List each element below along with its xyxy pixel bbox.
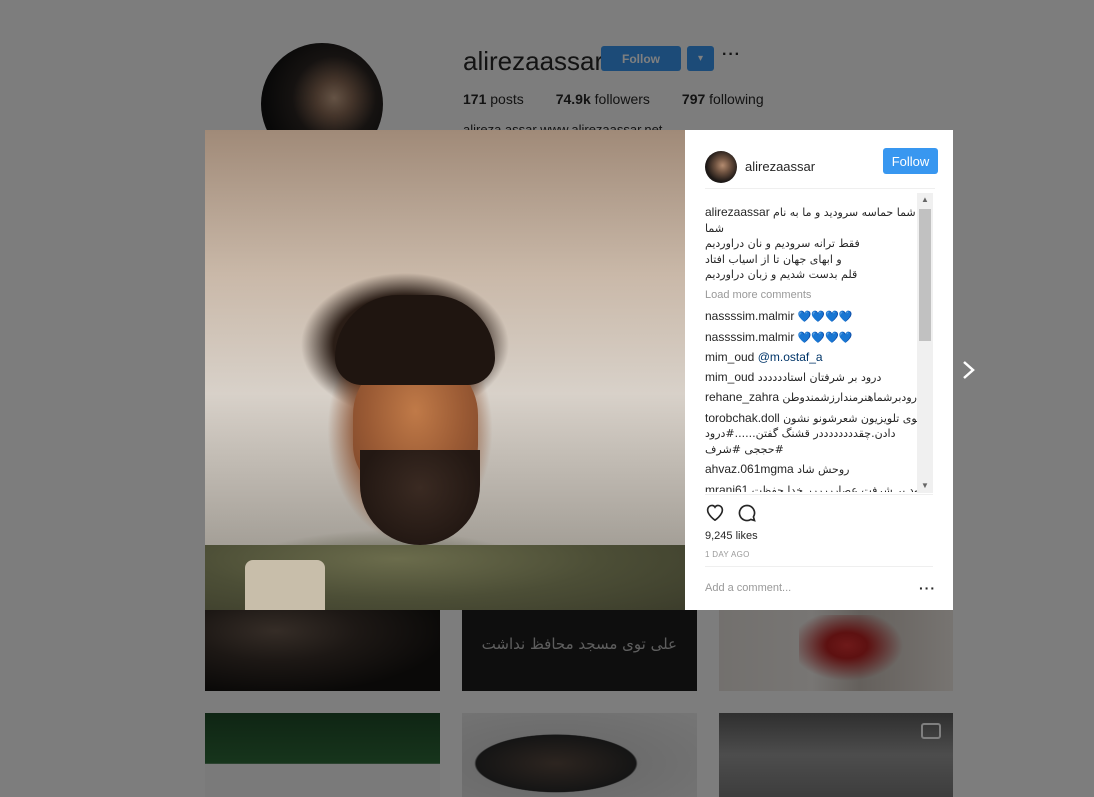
comment-item: nassssim.malmir 💙💙💙💙	[705, 309, 933, 325]
post-modal: alirezaassar Follow alirezaassar شما حما…	[205, 130, 953, 610]
comment-username[interactable]: torobchak.doll	[705, 411, 780, 425]
comment-username[interactable]: nassssim.malmir	[705, 309, 794, 323]
caption-line: شما	[705, 221, 724, 235]
comment-item: mim_oud @m.ostaf_a	[705, 350, 933, 365]
comment-text: 💙💙💙💙	[797, 330, 853, 344]
comment-item: rehane_zahra درودبرشماهنرمندارزشمندوطن	[705, 390, 933, 406]
chevron-right-icon[interactable]	[958, 355, 980, 385]
post-header: alirezaassar Follow	[705, 145, 938, 189]
caption-line: و ابهای جهان تا از اسیاب افتاد	[705, 252, 842, 266]
comment-item: torobchak.doll توی تلویزیون شعرشونو نشون…	[705, 411, 933, 458]
comment-text: 💙💙💙💙	[797, 310, 853, 323]
comments-list[interactable]: alirezaassar شما حماسه سرودید و ما به نا…	[705, 205, 933, 492]
likes-count[interactable]: 9,245 likes	[705, 530, 758, 542]
comment-item: ahvaz.061mgma روحش شاد	[705, 462, 933, 478]
divider	[705, 566, 933, 567]
photo-beard	[360, 450, 480, 545]
scroll-down-icon[interactable]: ▼	[917, 479, 933, 493]
post-timestamp: 1 DAY AGO	[705, 550, 750, 559]
comment-username[interactable]: mim_oud	[705, 370, 754, 384]
post-actions	[705, 503, 757, 523]
load-more-comments-link[interactable]: Load more comments	[705, 288, 933, 303]
comment-item: nassssim.malmir 💙💙💙💙	[705, 330, 933, 346]
photo-hair	[335, 295, 495, 385]
caption: alirezaassar شما حماسه سرودید و ما به نا…	[705, 205, 933, 283]
divider	[705, 494, 933, 495]
caption-line: شما حماسه سرودید و ما به نام	[773, 206, 916, 219]
follow-button[interactable]: Follow	[883, 148, 938, 174]
comment-text: روحش شاد	[797, 463, 850, 476]
comment-username[interactable]: rehane_zahra	[705, 390, 779, 404]
post-photo[interactable]	[205, 130, 685, 610]
comment-bubble-icon[interactable]	[737, 503, 757, 523]
scrollbar-thumb[interactable]	[919, 209, 931, 341]
comment-text: درودبرشماهنرمندارزشمندوطن	[782, 391, 922, 404]
heart-icon[interactable]	[705, 503, 725, 523]
comment-username[interactable]: ahvaz.061mgma	[705, 462, 794, 476]
caption-line: قلم بدست شدیم و زبان دراوردیم	[705, 268, 858, 281]
post-username[interactable]: alirezaassar	[745, 159, 815, 174]
comment-mention-link[interactable]: @m.ostaf_a	[758, 350, 823, 364]
post-sidebar: alirezaassar Follow alirezaassar شما حما…	[685, 130, 953, 610]
comment-item: mim_oud درود بر شرفتان استادددددد	[705, 370, 933, 386]
comment-text: درود بر شرفتان استادددددد	[757, 370, 882, 384]
comment-username[interactable]: nassssim.malmir	[705, 330, 794, 344]
caption-line: فقط ترانه سرودیم و نان دراوردیم	[705, 237, 860, 250]
caption-username[interactable]: alirezaassar	[705, 205, 770, 219]
photo-strap	[245, 560, 325, 610]
more-options-icon[interactable]: ···	[919, 580, 936, 596]
avatar[interactable]	[705, 150, 737, 183]
add-comment-input[interactable]	[705, 582, 905, 594]
comment-username[interactable]: mranj61	[705, 483, 748, 493]
comment-username[interactable]: mim_oud	[705, 350, 754, 364]
scroll-up-icon[interactable]: ▲	[917, 193, 933, 207]
comment-item: mranj61 درود بر شرفت عصارررررر خدا حفظت …	[705, 483, 933, 493]
comments-scrollbar[interactable]: ▲ ▼	[917, 193, 933, 493]
